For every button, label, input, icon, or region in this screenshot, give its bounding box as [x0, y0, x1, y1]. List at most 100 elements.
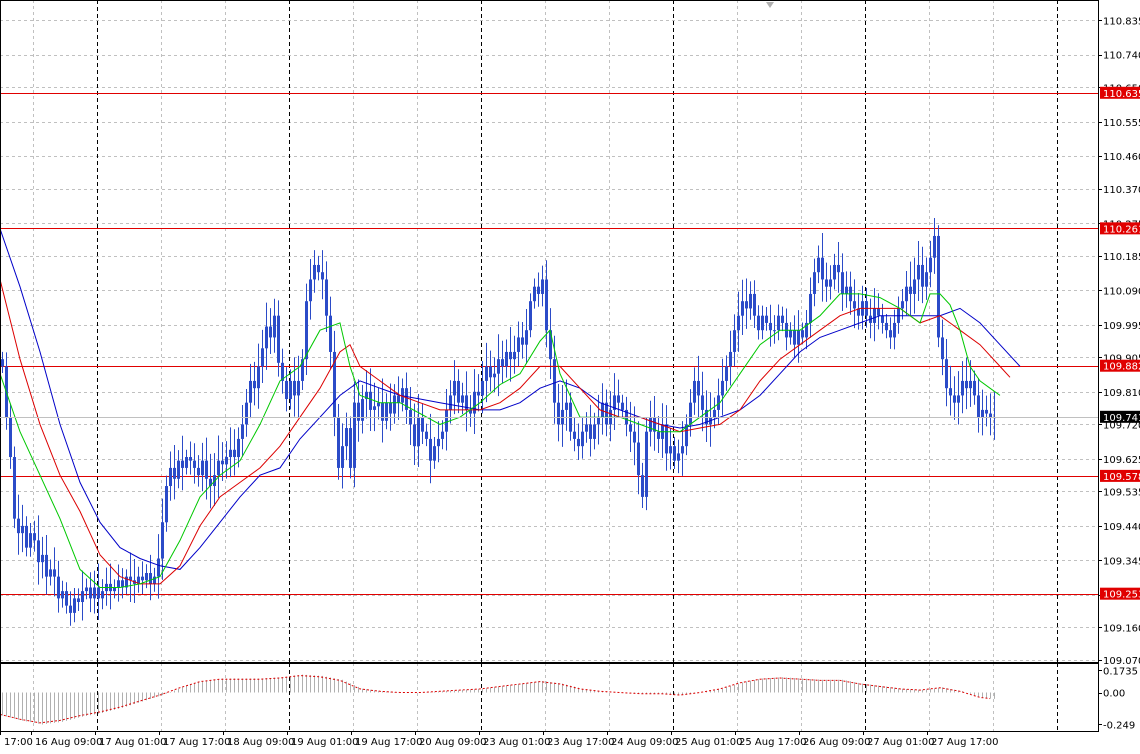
price-bar-body [577, 438, 580, 447]
price-bar-body [201, 460, 204, 476]
price-bar-body [981, 409, 984, 418]
price-bar-body [393, 395, 396, 414]
level-price-tag-label: 109.578 [1103, 472, 1140, 483]
price-bar-body [1, 359, 4, 367]
price-bar-body [941, 337, 944, 360]
price-tick-label: 110.460 [1103, 152, 1140, 163]
price-bar-body [525, 330, 528, 345]
price-bar-body [937, 235, 940, 338]
price-bar-body [529, 301, 532, 331]
price-bar-body [113, 587, 116, 592]
price-bar-body [645, 431, 648, 497]
price-bar-body [481, 380, 484, 396]
price-bar-body [725, 366, 728, 381]
price-bar-body [145, 573, 148, 581]
price-bar-body [73, 598, 76, 613]
price-bar-body [181, 460, 184, 468]
price-bar-body [545, 279, 548, 331]
price-bar-body [801, 330, 804, 338]
price-bar-body [77, 598, 80, 603]
price-bar-body [297, 380, 300, 396]
price-bar-body [913, 279, 916, 294]
price-bar-body [385, 402, 388, 421]
price-bar-body [437, 438, 440, 447]
price-bar-body [665, 424, 668, 454]
price-tick-label: 109.345 [1103, 556, 1140, 567]
price-bar-body [633, 431, 636, 443]
price-bar-body [517, 337, 520, 352]
price-bar-body [25, 525, 28, 548]
price-bar-body [421, 417, 424, 432]
price-bar-body [33, 533, 36, 541]
price-bar-body [53, 569, 56, 577]
level-price-tag-label: 110.635 [1103, 89, 1140, 100]
price-bar-body [657, 431, 660, 439]
time-tick-label: 17 Aug 01:00 [99, 737, 166, 748]
price-bar-body [669, 446, 672, 454]
price-bar-body [889, 330, 892, 338]
price-bar-body [677, 453, 680, 461]
time-tick-label: 23 Aug 01:00 [483, 737, 550, 748]
price-bar-body [985, 409, 988, 414]
price-bar-body [521, 337, 524, 345]
price-bar-body [453, 380, 456, 396]
price-bar-body [225, 457, 228, 465]
price-bar-body [969, 380, 972, 389]
price-bar-body [93, 587, 96, 599]
price-bar-body [161, 522, 164, 559]
price-bar-body [289, 380, 292, 400]
price-bar-body [285, 380, 288, 400]
oscillator-tick-label: 0.00 [1103, 689, 1125, 700]
time-tick-label: 20 Aug 09:00 [419, 737, 486, 748]
price-bar-body [141, 576, 144, 581]
price-bar-body [909, 286, 912, 294]
price-bar-body [41, 554, 44, 563]
price-bar-body [341, 446, 344, 468]
price-bar-body [221, 460, 224, 465]
price-tick-label: 109.625 [1103, 455, 1140, 466]
price-bar-body [553, 359, 556, 403]
time-tick-label: 24 Aug 09:00 [611, 737, 678, 748]
price-bar-body [353, 402, 356, 468]
price-bar-body [841, 272, 844, 294]
price-bar-body [165, 486, 168, 523]
price-tick-label: 110.555 [1103, 118, 1140, 129]
oscillator-tick-label: 0.1735 [1103, 666, 1138, 677]
price-bar-body [885, 322, 888, 331]
price-bar-body [217, 460, 220, 476]
current-price-tag-label: 109.741 [1103, 413, 1140, 424]
price-tick-label: 110.185 [1103, 252, 1140, 263]
price-chart[interactable]: 110.835110.740110.650110.555110.460110.3… [0, 0, 1140, 754]
price-bar-body [701, 395, 704, 410]
price-bar-body [317, 264, 320, 273]
price-bar-body [373, 406, 376, 410]
price-tick-label: 109.535 [1103, 487, 1140, 498]
price-bar-body [157, 558, 160, 577]
price-bar-body [765, 315, 768, 323]
price-bar-body [321, 272, 324, 280]
price-bar-body [537, 286, 540, 294]
price-bar-body [873, 308, 876, 323]
price-bar-body [925, 272, 928, 287]
price-bar-body [853, 301, 856, 309]
price-bar-body [789, 330, 792, 338]
price-bar-body [933, 235, 936, 258]
price-bar-body [629, 424, 632, 432]
price-bar-body [61, 591, 64, 599]
price-bar-body [265, 326, 268, 349]
price-tick-label: 109.440 [1103, 522, 1140, 533]
price-bar-body [769, 322, 772, 331]
time-tick-label: 16 Aug 09:00 [35, 737, 102, 748]
price-bar-body [149, 573, 152, 584]
price-bar-body [697, 380, 700, 396]
time-tick-label: 27 Aug 17:00 [931, 737, 998, 748]
price-bar-body [433, 446, 436, 461]
price-bar-body [257, 366, 260, 389]
price-bar-body [729, 351, 732, 367]
price-bar-body [557, 402, 560, 425]
price-bar-body [621, 402, 624, 410]
price-bar-body [169, 467, 172, 487]
level-price-tag-label: 109.253 [1103, 590, 1140, 601]
price-bar-body [253, 380, 256, 389]
price-bar-body [693, 380, 696, 403]
